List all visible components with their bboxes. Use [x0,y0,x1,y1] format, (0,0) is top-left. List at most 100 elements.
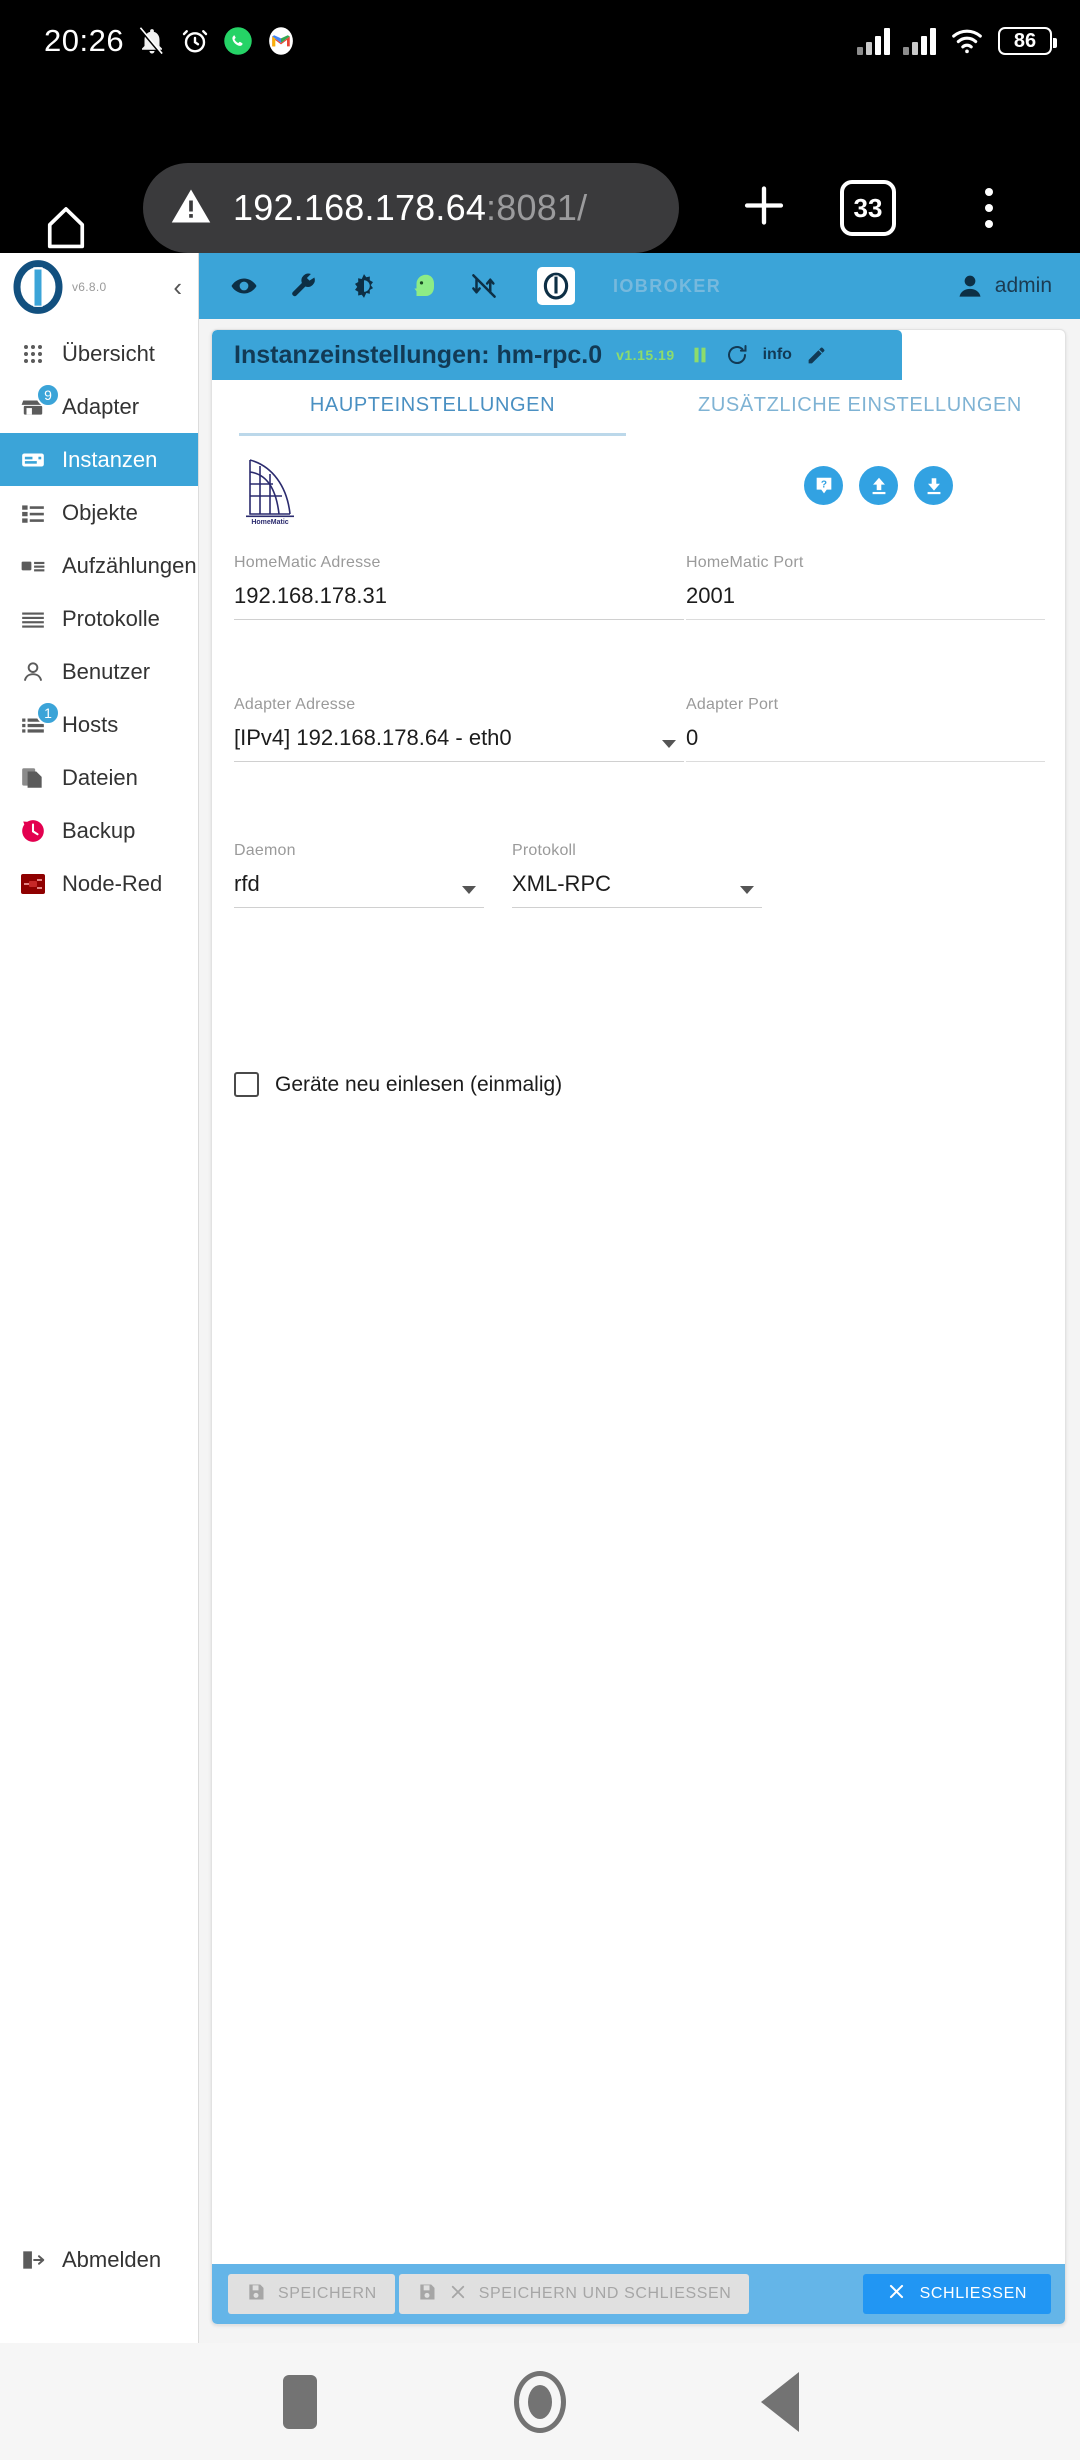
wifi-icon [949,27,985,55]
signal-icon [857,27,890,55]
logout-button[interactable]: Abmelden [0,2237,199,2283]
url-port: :8081/ [486,187,588,228]
main-area: IOBROKER admin Instanzeinstellungen: hm-… [199,253,1080,2343]
x-icon [887,2282,906,2306]
upload-button[interactable] [859,466,898,505]
pause-icon[interactable] [689,344,711,366]
warning-icon [169,184,213,233]
expert-head-icon[interactable] [407,269,441,303]
field-label: Daemon [234,842,296,859]
help-button[interactable]: ? [804,466,843,505]
field-label: Protokoll [512,842,577,859]
contrast-icon[interactable] [347,269,381,303]
info-label[interactable]: info [763,346,792,364]
sidebar-item-protokolle[interactable]: Protokolle [0,592,198,645]
sidebar-item-label: Adapter [62,393,140,419]
alarm-icon [180,26,210,56]
battery-level: 86 [1013,30,1037,52]
logout-icon [18,2245,48,2275]
lines-icon [18,604,48,634]
adapter-address-select[interactable]: [IPv4] 192.168.178.64 - eth0 [234,725,684,751]
sidebar-item-objekte[interactable]: Objekte [0,486,198,539]
tab-switcher-button[interactable]: 33 [840,180,896,236]
signal-icon [903,27,936,55]
url-text: 192.168.178.64:8081/ [233,187,587,229]
save-label: SPEICHERN [278,2285,377,2302]
files-icon [18,763,48,793]
chevron-left-icon[interactable]: ‹ [173,274,182,300]
sidebar-item-node-red[interactable]: Node-Red [0,857,198,910]
sidebar-item-label: Objekte [62,499,138,525]
eye-icon[interactable] [227,269,261,303]
rescan-devices-row[interactable]: Geräte neu einlesen (einmalig) [234,1072,562,1097]
adapter-port-input[interactable]: 0 [686,725,1045,751]
page-title: Instanzeinstellungen: hm-rpc.0 [234,340,603,369]
tab-haupteinstellungen[interactable]: HAUPTEINSTELLUNGEN [212,394,653,417]
battery-icon: 86 [998,27,1057,55]
android-nav-bar [0,2343,1080,2460]
status-bar-left: 20:26 [44,0,296,82]
chevron-down-icon[interactable] [662,740,676,748]
tab-zusaetzliche-einstellungen[interactable]: ZUSÄTZLICHE EINSTELLUNGEN [653,394,1065,417]
floppy-icon [417,2282,437,2307]
field-daemon[interactable]: Daemon rfd [234,842,484,908]
url-bar[interactable]: 192.168.178.64:8081/ [143,163,679,253]
sidebar-item-instanzen[interactable]: Instanzen [0,433,198,486]
protokoll-select[interactable]: XML-RPC [512,871,762,897]
sidebar-item-aufzaehlungen[interactable]: Aufzählungen [0,539,198,592]
rescan-devices-checkbox[interactable] [234,1072,259,1097]
field-adapter-address[interactable]: Adapter Adresse [IPv4] 192.168.178.64 - … [234,696,684,762]
sidebar-item-label: Hosts [62,711,119,737]
app-toolbar: IOBROKER admin [199,253,1080,319]
field-homematic-address[interactable]: HomeMatic Adresse 192.168.178.31 [234,554,684,620]
user-menu[interactable]: admin [955,271,1052,301]
close-button[interactable]: SCHLIESSEN [862,2274,1051,2314]
field-homematic-port[interactable]: HomeMatic Port 2001 [686,554,1045,620]
wrench-icon[interactable] [287,269,321,303]
field-protokoll[interactable]: Protokoll XML-RPC [512,842,762,908]
url-host: 192.168.178.64 [233,187,487,228]
sync-off-icon[interactable] [467,269,501,303]
sidebar-item-adapter[interactable]: 9 Adapter [0,380,198,433]
sidebar-item-label: Aufzählungen [62,552,197,578]
homematic-logo: HomeMatic [238,452,302,526]
sidebar-item-uebersicht[interactable]: Übersicht [0,327,198,380]
sidebar-badge: 1 [36,700,60,725]
refresh-icon[interactable] [725,343,749,367]
x-icon [449,2283,467,2306]
sidebar-item-dateien[interactable]: Dateien [0,751,198,804]
save-and-close-label: SPEICHERN UND SCHLIESSEN [478,2285,732,2302]
chevron-down-icon[interactable] [740,886,754,894]
field-underline [686,619,1045,620]
download-button[interactable] [914,466,953,505]
adapter-action-buttons: ? [804,466,953,505]
save-and-close-button[interactable]: SPEICHERN UND SCHLIESSEN [398,2274,750,2314]
logout-label: Abmelden [62,2247,162,2272]
sidebar-item-hosts[interactable]: 1 Hosts [0,698,198,751]
homematic-address-input[interactable]: 192.168.178.31 [234,583,684,609]
homematic-port-input[interactable]: 2001 [686,583,1045,609]
field-underline [234,619,684,620]
iobroker-logo-icon [10,259,66,315]
field-adapter-port[interactable]: Adapter Port 0 [686,696,1045,762]
close-label: SCHLIESSEN [919,2285,1027,2302]
field-underline [234,907,484,908]
sidebar-item-label: Backup [62,817,136,843]
recents-button[interactable] [180,2374,420,2429]
home-icon[interactable] [40,202,92,254]
sidebar-item-benutzer[interactable]: Benutzer [0,645,198,698]
save-button[interactable]: SPEICHERN [228,2274,395,2314]
pencil-icon[interactable] [806,345,827,366]
person-icon [18,657,48,687]
sidebar-item-backup[interactable]: Backup [0,804,198,857]
back-button[interactable] [660,2371,900,2432]
browser-menu-button[interactable] [985,188,993,228]
home-button[interactable] [420,2370,660,2433]
username-label: admin [994,274,1052,297]
chevron-down-icon[interactable] [462,886,476,894]
iobroker-brand-icon [537,267,575,305]
new-tab-button[interactable] [735,177,793,240]
daemon-select[interactable]: rfd [234,871,484,897]
nodered-icon [18,869,48,899]
back-triangle-icon [761,2371,799,2432]
